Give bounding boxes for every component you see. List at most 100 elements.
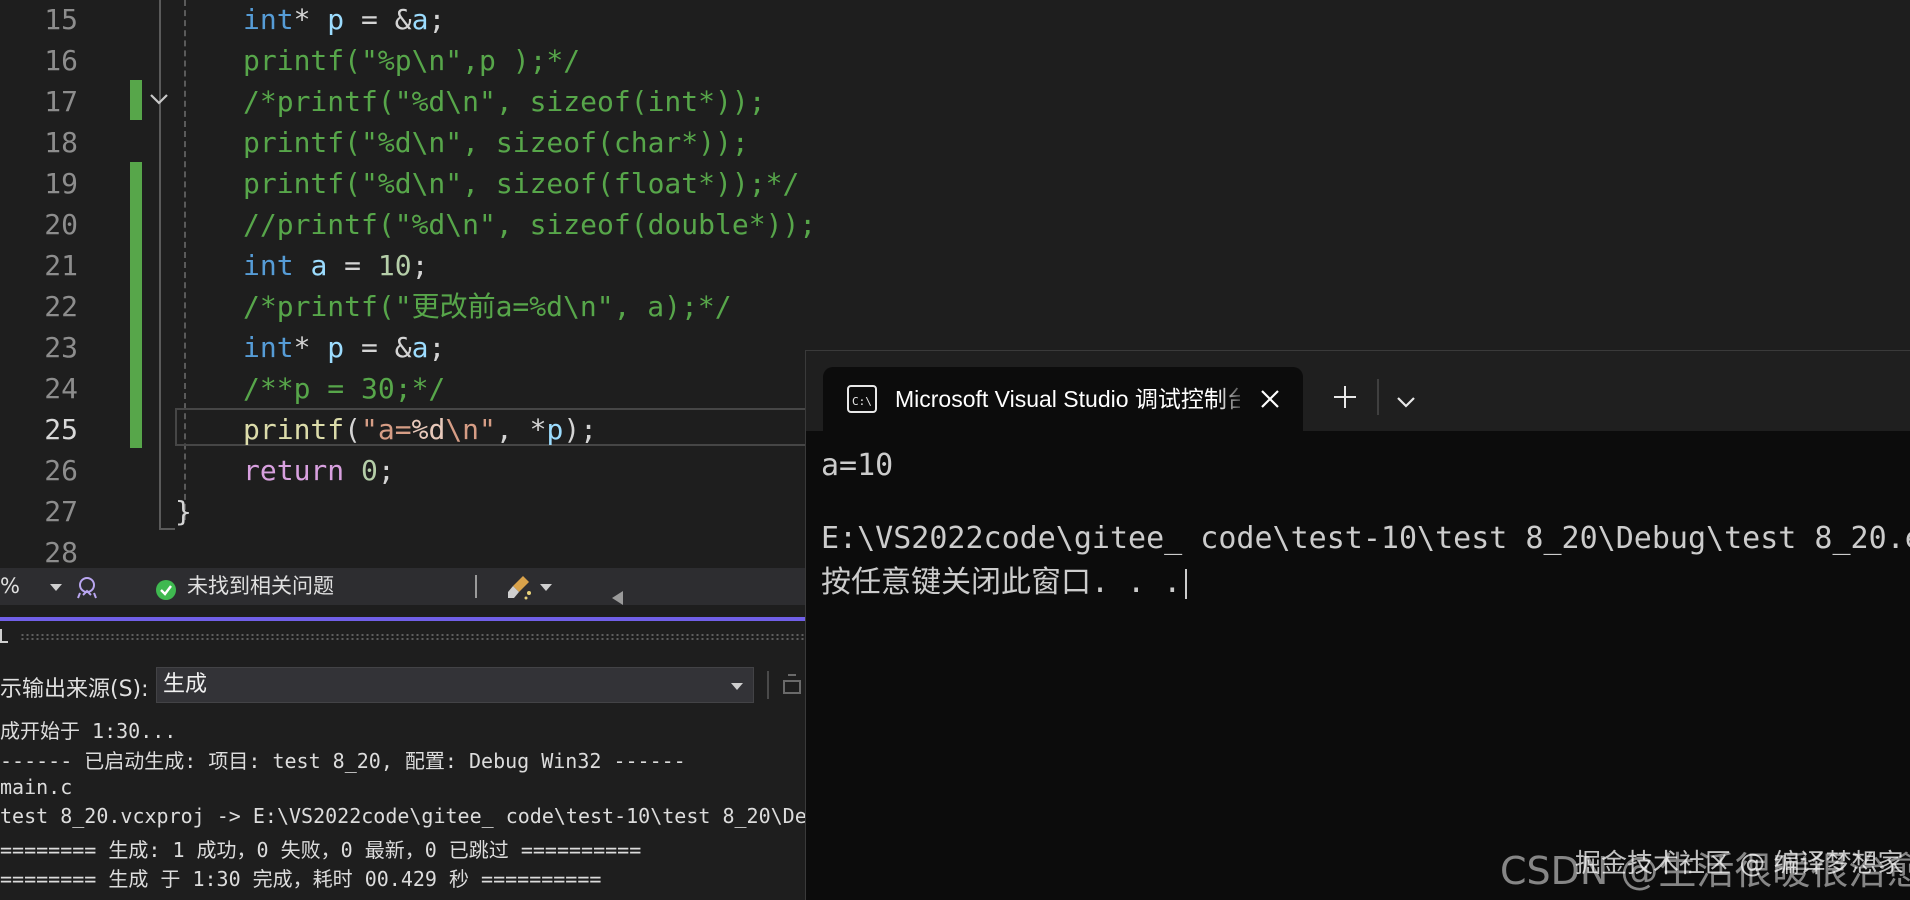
code-token: "a= (361, 413, 412, 446)
code-text[interactable]: int* p = &a; (243, 327, 445, 368)
code-text[interactable]: /*printf("更改前a=%d\n", a);*/ (243, 286, 732, 327)
code-token: = (327, 249, 378, 282)
code-line[interactable]: 16 printf("%p\n",p );*/ (0, 40, 1910, 81)
line-number: 18 (44, 126, 78, 159)
code-token: ( (344, 413, 362, 446)
terminal-tab-title: Microsoft Visual Studio 调试控制台 (895, 386, 1240, 412)
code-token: printf("%d\n", sizeof(float*));*/ (243, 167, 800, 200)
code-token: /**p = 30;*/ (243, 372, 446, 405)
juejin-watermark: 掘金技术社区 @ 编译梦想家 (1575, 849, 1904, 879)
panel-drag-grip[interactable] (20, 633, 805, 641)
code-token: * (293, 3, 328, 36)
code-line[interactable]: 20 //printf("%d\n", sizeof(double*)); (0, 204, 1910, 245)
code-text[interactable]: int a = 10; (243, 245, 428, 286)
svg-text:C:\: C:\ (852, 395, 872, 408)
code-token: = & (344, 3, 412, 36)
zoom-dropdown-icon[interactable] (50, 568, 62, 605)
cleanup-dropdown-icon[interactable] (540, 568, 552, 605)
code-text[interactable]: printf("%p\n",p );*/ (243, 40, 580, 81)
line-number: 21 (44, 249, 78, 282)
line-number: 23 (44, 331, 78, 364)
code-token: ; (377, 454, 395, 487)
output-line: test 8_20.vcxproj -> E:\VS2022code\gitee… (0, 804, 805, 828)
output-source-value: 生成 (163, 672, 208, 697)
code-token: printf (243, 413, 345, 446)
terminal-tab[interactable]: C:\ Microsoft Visual Studio 调试控制台 (823, 367, 1303, 431)
tab-title-fade (1218, 367, 1248, 431)
code-text[interactable]: return 0; (243, 450, 395, 491)
code-line[interactable]: 22 /*printf("更改前a=%d\n", a);*/ (0, 286, 1910, 327)
line-number: 24 (44, 372, 78, 405)
terminal-line: 按任意键关闭此窗口. . . (821, 557, 1188, 601)
code-line[interactable]: 15 int* p = &a; (0, 0, 1910, 40)
toolbar-divider (767, 671, 769, 699)
code-token: //printf("%d\n", sizeof(double*)); (243, 208, 817, 241)
output-line: main.c (0, 775, 73, 799)
line-number: 22 (44, 290, 78, 323)
code-token: printf("%p\n",p );*/ (243, 44, 581, 77)
code-token: p (546, 413, 564, 446)
code-text[interactable]: /*printf("%d\n", sizeof(int*)); (243, 81, 766, 122)
code-token: int (243, 331, 294, 364)
output-line: ======== 生成 于 1:30 完成，耗时 00.429 秒 ======… (0, 867, 602, 891)
line-number: 17 (44, 85, 78, 118)
code-text[interactable]: /**p = 30;*/ (243, 368, 445, 409)
code-line[interactable]: 18 printf("%d\n", sizeof(char*)); (0, 122, 1910, 163)
code-token: , * (495, 413, 547, 446)
output-panel[interactable]: 示输出来源(S): 生成 成开始于 1:30... ------ 已启动生成: 项… (0, 605, 805, 899)
code-line[interactable]: 17 /*printf("%d\n", sizeof(int*)); (0, 81, 1910, 122)
terminal-line-text: a=10 (821, 448, 894, 483)
code-token: a (411, 3, 429, 36)
code-text[interactable]: printf("%d\n", sizeof(char*)); (243, 122, 749, 163)
code-token: p (327, 3, 345, 36)
code-token: a (411, 331, 429, 364)
code-token: ); (563, 413, 598, 446)
new-tab-icon[interactable] (1333, 385, 1357, 413)
copilot-icon[interactable] (74, 574, 100, 600)
line-number: 27 (44, 495, 78, 528)
code-text[interactable]: //printf("%d\n", sizeof(double*)); (243, 204, 816, 245)
code-token: ; (411, 249, 429, 282)
code-text[interactable]: } (175, 491, 192, 532)
code-token: ; (428, 331, 446, 364)
code-text[interactable]: printf("%d\n", sizeof(float*));*/ (243, 163, 799, 204)
zoom-value: % (0, 574, 20, 598)
code-line[interactable]: 21 int a = 10; (0, 245, 1910, 286)
code-token: int (243, 249, 294, 282)
editor-status-strip: % 未找到相关问题 (0, 568, 805, 605)
code-text[interactable]: printf("a=%d\n", *p); (243, 409, 597, 450)
close-tab-icon[interactable] (1260, 389, 1280, 413)
chevron-down-icon (731, 683, 743, 690)
terminal-cursor (1185, 568, 1188, 599)
issues-status[interactable]: 未找到相关问题 (187, 568, 334, 605)
code-token: %d (411, 413, 446, 446)
code-cleanup-brush-icon[interactable] (505, 573, 533, 601)
output-line: ------ 已启动生成: 项目: test 8_20, 配置: Debug W… (0, 749, 686, 773)
code-token: } (175, 495, 192, 528)
line-number: 28 (44, 536, 78, 568)
console-icon: C:\ (847, 385, 877, 417)
code-token: int (243, 3, 294, 36)
check-circle-icon (155, 576, 177, 600)
debug-console-window[interactable]: C:\ Microsoft Visual Studio 调试控制台 a=10 E:… (805, 350, 1910, 900)
clear-output-icon[interactable] (782, 673, 804, 701)
output-source-select[interactable]: 生成 (156, 667, 754, 703)
terminal-titlebar: C:\ Microsoft Visual Studio 调试控制台 (806, 351, 1910, 431)
code-line[interactable]: 19 printf("%d\n", sizeof(float*));*/ (0, 163, 1910, 204)
zoom-level[interactable]: % (0, 568, 20, 605)
panel-corner-icon (0, 629, 8, 643)
code-token: /*printf("更改前a=%d\n", a);*/ (243, 290, 732, 323)
chevron-down-icon[interactable] (1396, 393, 1416, 412)
code-token: a (310, 249, 328, 282)
scroll-left-icon[interactable] (612, 580, 624, 605)
output-line: 成开始于 1:30... (0, 719, 177, 743)
line-number: 16 (44, 44, 78, 77)
code-text[interactable]: int* p = &a; (243, 0, 445, 40)
code-token: ; (428, 3, 446, 36)
terminal-line: a=10 (821, 448, 893, 483)
titlebar-divider (1377, 379, 1379, 415)
code-token: return (243, 454, 345, 487)
code-token: 10 (377, 249, 412, 282)
line-number: 25 (44, 413, 78, 446)
